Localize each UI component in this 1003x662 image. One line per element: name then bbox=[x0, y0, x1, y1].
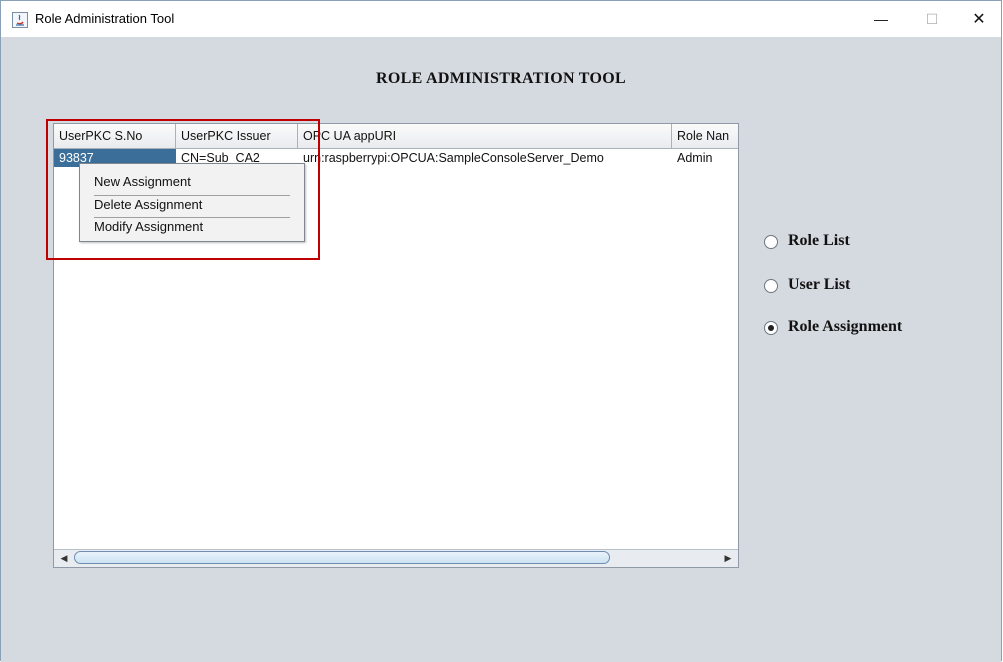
minimize-icon: — bbox=[874, 11, 888, 27]
radio-label-user-list[interactable]: User List bbox=[788, 276, 850, 294]
scroll-left-arrow-icon[interactable]: ◀ bbox=[57, 552, 71, 564]
radio-button-role-list[interactable] bbox=[764, 235, 778, 249]
radio-button-role-assignment[interactable] bbox=[764, 321, 778, 335]
cell-appuri[interactable]: urn:raspberrypi:OPCUA:SampleConsoleServe… bbox=[298, 149, 672, 167]
radio-label-role-assignment[interactable]: Role Assignment bbox=[788, 318, 902, 336]
page-title: ROLE ADMINISTRATION TOOL bbox=[376, 70, 626, 87]
title-bar[interactable]: Role Administration Tool — ☐ ✕ bbox=[1, 1, 1001, 37]
radio-label-role-list[interactable]: Role List bbox=[788, 232, 850, 250]
annotation-highlight-box bbox=[46, 119, 320, 260]
close-icon: ✕ bbox=[972, 11, 986, 28]
java-app-icon bbox=[12, 12, 28, 28]
window-title: Role Administration Tool bbox=[35, 11, 175, 26]
maximize-button[interactable]: ☐ bbox=[909, 1, 955, 37]
column-header-role-name[interactable]: Role Nan bbox=[672, 124, 738, 148]
scroll-right-arrow-icon[interactable]: ▶ bbox=[721, 552, 735, 564]
radio-selected-dot bbox=[768, 325, 774, 331]
horizontal-scrollbar[interactable]: ◀ ▶ bbox=[54, 549, 738, 567]
column-header-appuri[interactable]: OPC UA appURI bbox=[298, 124, 672, 148]
radio-button-user-list[interactable] bbox=[764, 279, 778, 293]
scrollbar-thumb[interactable] bbox=[74, 551, 610, 564]
minimize-button[interactable]: — bbox=[858, 1, 904, 37]
cell-role-name[interactable]: Admin bbox=[672, 149, 738, 167]
app-window: Role Administration Tool — ☐ ✕ ROLE ADMI… bbox=[0, 0, 1002, 662]
maximize-icon: ☐ bbox=[925, 10, 939, 27]
close-button[interactable]: ✕ bbox=[956, 1, 1002, 37]
